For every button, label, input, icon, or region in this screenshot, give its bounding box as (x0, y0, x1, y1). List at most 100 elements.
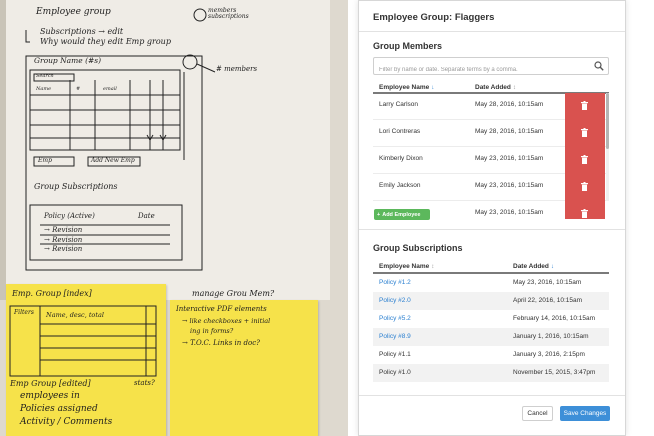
sort-down-icon: ↓ (550, 264, 554, 270)
sticky-pdf-line-1: → like checkboxes + initial (182, 317, 271, 325)
sketch-members-note: # members (216, 65, 258, 73)
section-divider (359, 229, 625, 230)
notebook-page: Employee group Subscriptions → edit Why … (0, 0, 330, 300)
members-col-date-label: Date Added (475, 84, 511, 91)
trash-icon (581, 209, 588, 218)
sort-down-icon: ↓ (431, 85, 435, 91)
sketch-title: Employee group (36, 7, 111, 17)
footer-divider (359, 395, 625, 396)
sketch-top-note: members subscriptions (208, 7, 249, 21)
policy-name: Policy #1.0 (379, 369, 411, 376)
sketch-col-name: Name (36, 86, 52, 92)
sketch-note-1: Subscriptions → edit (40, 27, 124, 36)
policy-link[interactable]: Policy #2.0 (379, 297, 411, 304)
delete-member-button[interactable] (565, 147, 605, 174)
member-name: Lori Contreras (379, 128, 421, 135)
sticky-pdf-title: Interactive PDF elements (176, 305, 267, 313)
member-filter-field[interactable] (373, 57, 609, 78)
subs-col-name-label: Employee Name (379, 263, 430, 270)
sticky-title: Emp. Group [index] (12, 289, 92, 298)
sticky-pdf-line-2: ing in forms? (190, 327, 234, 335)
table-row: Policy #2.0 April 22, 2016, 10:15am (373, 292, 609, 310)
sketch-col-num: # (76, 86, 81, 92)
sticky-edited: Emp Group [edited] (10, 379, 91, 388)
trash-icon (581, 155, 588, 164)
table-row: Policy #5.2 February 14, 2016, 10:15am (373, 310, 609, 328)
delete-member-button[interactable] (565, 174, 605, 201)
members-table: Larry Carlson May 28, 2016, 10:15am Lori… (373, 93, 609, 219)
group-subscriptions-heading: Group Subscriptions (373, 243, 463, 253)
policy-date: April 22, 2016, 10:15am (513, 297, 583, 304)
sketch-add-button: Add New Emp (91, 157, 135, 164)
delete-member-button[interactable] (565, 120, 605, 147)
plus-icon: + (377, 211, 381, 218)
member-date: May 28, 2016, 10:15am (475, 128, 544, 135)
policy-link[interactable]: Policy #5.2 (379, 315, 411, 322)
add-employee-button[interactable]: + Add Employee (374, 209, 430, 220)
subs-col-date-header[interactable]: Date Added ↓ (513, 263, 554, 270)
table-row: Policy #1.1 January 3, 2016, 2:15pm (373, 346, 609, 364)
sticky-filters: Filters (14, 309, 34, 316)
subs-col-date-label: Date Added (513, 263, 549, 270)
table-row: Policy #1.2 May 23, 2016, 10:15am (373, 274, 609, 292)
sketch-search: Search (36, 73, 54, 79)
sketch-photo: Employee group Subscriptions → edit Why … (0, 0, 348, 436)
sketch-manage-note: manage Grou Mem? (192, 289, 275, 298)
policy-name: Policy #1.1 (379, 351, 411, 358)
table-row: Larry Carlson May 28, 2016, 10:15am (373, 93, 609, 120)
policy-date: January 3, 2016, 2:15pm (513, 351, 585, 358)
sticky-policies: Policies assigned (20, 404, 98, 414)
policy-date: February 14, 2016, 10:15am (513, 315, 596, 322)
title-divider (359, 31, 625, 32)
sketch-subscriptions: Group Subscriptions (34, 182, 118, 191)
members-scroll-thumb[interactable] (606, 93, 609, 149)
sticky-columns: Name, desc, total (46, 311, 104, 319)
sketch-policy: Policy (Active) (44, 212, 95, 220)
delete-member-button[interactable] (565, 93, 605, 120)
member-date: May 23, 2016, 10:15am (475, 182, 544, 189)
sort-both-icon: ↕ (512, 85, 516, 91)
trash-icon (581, 128, 588, 137)
add-employee-label: Add Employee (382, 211, 421, 218)
group-members-heading: Group Members (373, 41, 443, 51)
sketch-revision-1: → Revision (44, 226, 83, 234)
member-name: Emily Jackson (379, 182, 421, 189)
search-icon[interactable] (594, 61, 604, 71)
member-date: May 23, 2016, 10:15am (475, 209, 544, 216)
sketch-revision-3: → Revision (44, 245, 83, 253)
sketch-date: Date (138, 212, 155, 220)
member-date: May 23, 2016, 10:15am (475, 155, 544, 162)
subs-col-name-header[interactable]: Employee Name ↕ (379, 263, 434, 270)
member-filter-input[interactable] (374, 62, 579, 78)
delete-member-button[interactable] (565, 201, 605, 219)
policy-link[interactable]: Policy #1.2 (379, 279, 411, 286)
table-row: Policy #8.9 January 1, 2016, 10:15am (373, 328, 609, 346)
trash-icon (581, 101, 588, 110)
sketch-revision-2: → Revision (44, 236, 83, 244)
policy-date: May 23, 2016, 10:15am (513, 279, 582, 286)
cancel-button[interactable]: Cancel (522, 406, 553, 421)
sketch-note-2: Why would they edit Emp group (40, 37, 171, 46)
employee-group-dialog: Employee Group: Flaggers Group Members E… (358, 0, 626, 436)
sketch-emp-button: Emp (38, 157, 52, 164)
sticky-stats: stats? (134, 379, 155, 387)
save-changes-button[interactable]: Save Changes (560, 406, 610, 421)
sticky-activity: Activity / Comments (20, 417, 113, 427)
members-col-name-header[interactable]: Employee Name ↓ (379, 84, 434, 91)
sticky-note-index: Emp. Group [index] Filters Name, desc, t… (6, 284, 166, 436)
trash-icon (581, 182, 588, 191)
sort-both-icon: ↕ (431, 264, 435, 270)
table-row: Kimberly Dixon May 23, 2016, 10:15am (373, 147, 609, 174)
table-row: Emily Jackson May 23, 2016, 10:15am (373, 174, 609, 201)
sticky-employees: employees in (20, 391, 80, 401)
dialog-title: Employee Group: Flaggers (373, 12, 495, 23)
members-col-date-header[interactable]: Date Added ↕ (475, 84, 516, 91)
member-name: Kimberly Dixon (379, 155, 423, 162)
sketch-col-email: email (103, 86, 117, 92)
table-row: Policy #1.0 November 15, 2015, 3:47pm (373, 364, 609, 382)
policy-date: November 15, 2015, 3:47pm (513, 369, 596, 376)
member-name: Larry Carlson (379, 101, 419, 108)
sketch-group-name: Group Name (#s) (34, 56, 102, 65)
table-row: Lori Contreras May 28, 2016, 10:15am (373, 120, 609, 147)
policy-link[interactable]: Policy #8.9 (379, 333, 411, 340)
